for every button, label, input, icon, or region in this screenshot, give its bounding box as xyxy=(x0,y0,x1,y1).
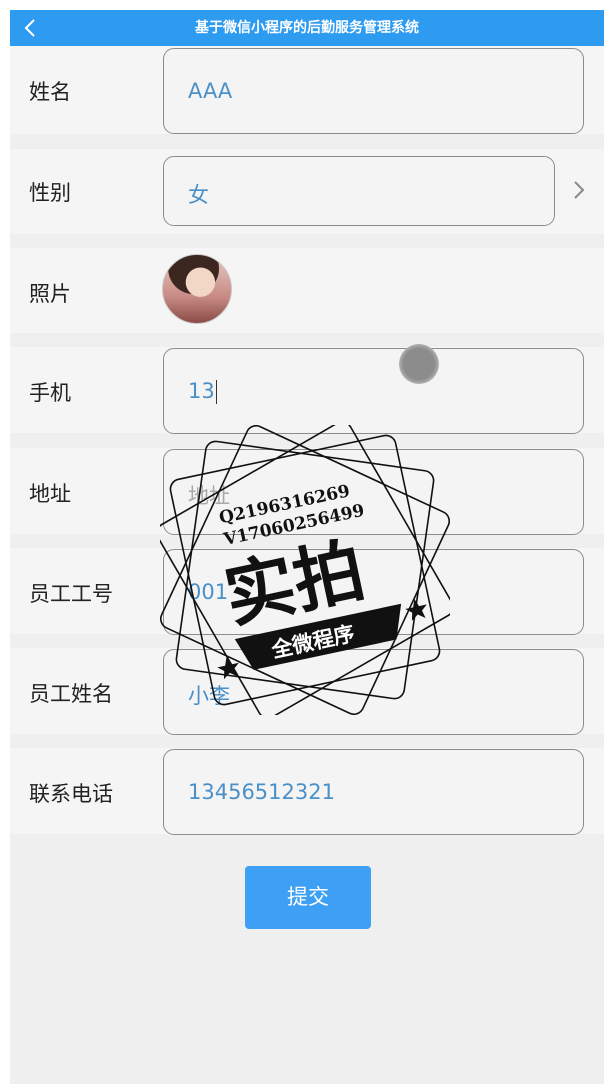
gender-label: 性别 xyxy=(29,181,71,205)
contact-input[interactable]: 13456512321 xyxy=(163,749,584,835)
phone-input[interactable]: 13 xyxy=(163,348,584,434)
emp-name-label: 员工姓名 xyxy=(29,682,113,706)
text-cursor xyxy=(215,380,218,404)
name-label: 姓名 xyxy=(29,80,71,104)
phone-label: 手机 xyxy=(29,381,71,405)
page-title: 基于微信小程序的后勤服务管理系统 xyxy=(195,20,419,36)
touch-indicator xyxy=(399,344,439,384)
emp-no-label: 员工工号 xyxy=(29,582,113,606)
contact-label: 联系电话 xyxy=(29,782,113,806)
form-row-photo: 照片 xyxy=(10,248,604,333)
name-input[interactable]: AAA xyxy=(163,48,584,134)
form-row-gender: 性别 女 xyxy=(10,149,604,234)
watermark-stamp: Q2196316269 V17060256499 实拍 全微程序 xyxy=(160,425,450,715)
gender-select[interactable]: 女 xyxy=(163,156,555,226)
gender-value: 女 xyxy=(188,183,209,207)
name-value: AAA xyxy=(188,79,233,103)
form-row-name: 姓名 AAA xyxy=(10,46,604,134)
address-label: 地址 xyxy=(29,482,71,506)
nav-bar: 基于微信小程序的后勤服务管理系统 xyxy=(10,10,604,46)
contact-value: 13456512321 xyxy=(188,780,335,804)
chevron-right-icon[interactable] xyxy=(570,179,588,201)
submit-button[interactable]: 提交 xyxy=(245,866,371,929)
photo-avatar[interactable] xyxy=(162,254,232,324)
form-row-phone: 手机 13 xyxy=(10,347,604,434)
photo-label: 照片 xyxy=(29,282,71,306)
form-row-contact: 联系电话 13456512321 xyxy=(10,748,604,835)
phone-value: 13 xyxy=(188,379,215,403)
